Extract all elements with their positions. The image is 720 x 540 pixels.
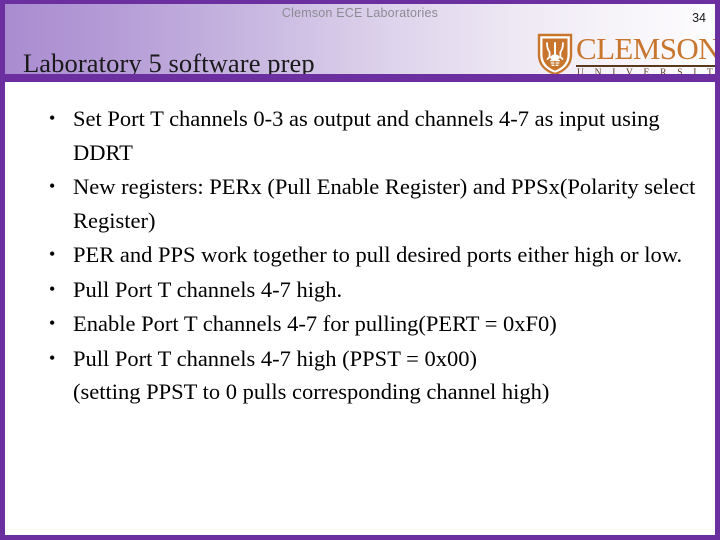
list-item: Pull Port T channels 4-7 high. [46,273,705,307]
page-title: Laboratory 5 software prep [23,47,315,78]
slide-number: 34 [692,11,706,25]
slide-body: Set Port T channels 0-3 as output and ch… [5,82,715,535]
bullet-text: Pull Port T channels 4-7 high (PPST = 0x… [73,345,477,371]
clemson-logo: CLEMSON U N I V E R S I T Y [537,31,720,79]
bullet-text: New registers: PERx (Pull Enable Registe… [73,174,696,233]
list-item: Enable Port T channels 4-7 for pulling(P… [46,307,705,341]
clemson-shield-icon [537,33,573,75]
list-item: Pull Port T channels 4-7 high (PPST = 0x… [46,342,705,409]
slide: Clemson ECE Laboratories 34 Laboratory 5… [0,0,720,540]
bullet-text: Enable Port T channels 4-7 for pulling(P… [73,311,557,336]
bullet-text: PER and PPS work together to pull desire… [73,242,683,267]
bullet-list: Set Port T channels 0-3 as output and ch… [5,82,715,409]
list-item: New registers: PERx (Pull Enable Registe… [46,170,705,237]
list-item: Set Port T channels 0-3 as output and ch… [46,102,705,169]
bullet-text: Pull Port T channels 4-7 high. [73,276,343,302]
clemson-wordmark-block: CLEMSON U N I V E R S I T Y [576,31,720,79]
header-kicker: Clemson ECE Laboratories [281,6,439,20]
clemson-wordmark: CLEMSON [576,31,720,66]
bullet-continuation: (setting PPST to 0 pulls corresponding c… [73,379,550,404]
list-item: PER and PPS work together to pull desire… [46,238,705,272]
header-divider-bar [5,74,715,82]
bullet-text: Set Port T channels 0-3 as output and ch… [73,106,660,165]
